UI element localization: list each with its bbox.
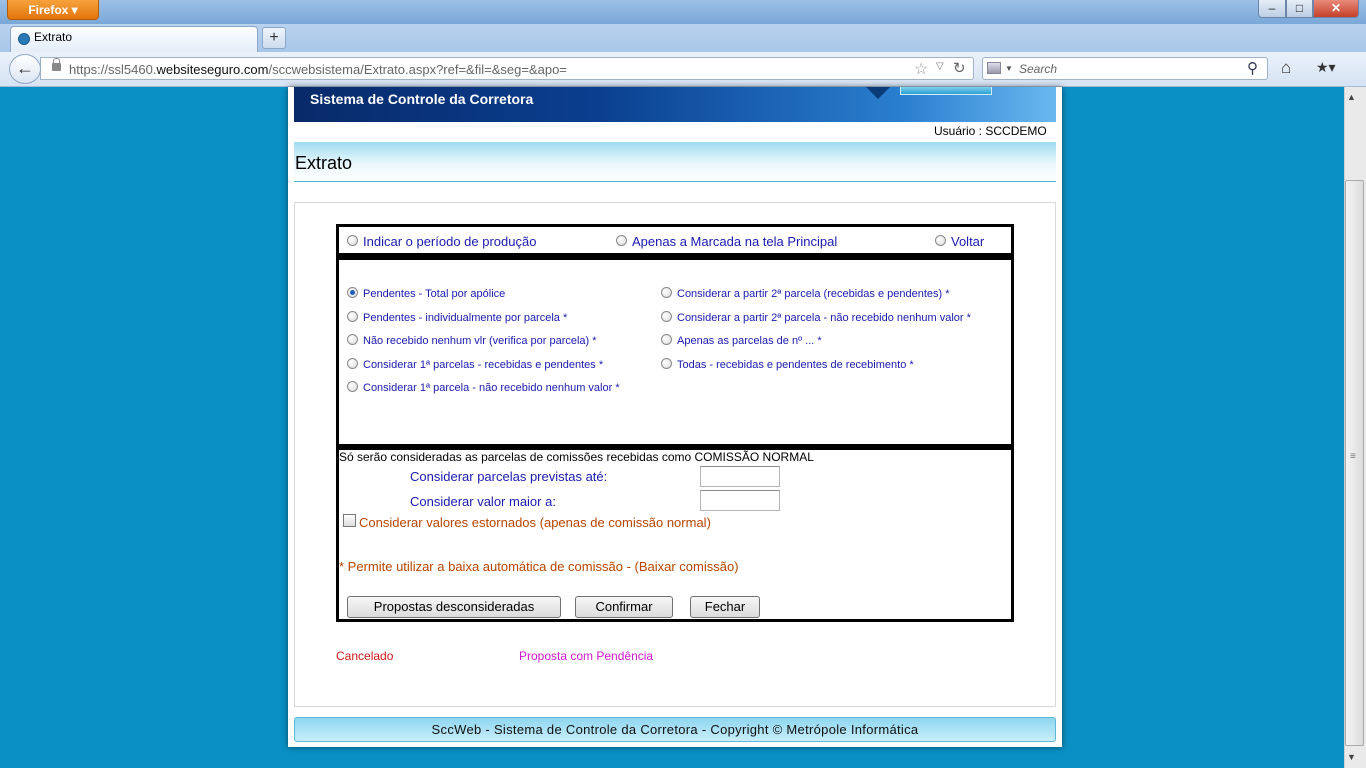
search-icon[interactable]: ⚲ <box>1247 59 1258 77</box>
legend-proposta-pendencia: Proposta com Pendência <box>519 649 654 663</box>
radio-periodo-producao[interactable] <box>347 235 358 246</box>
new-tab-icon[interactable]: + <box>262 27 286 49</box>
legend-cancelado: Cancelado <box>336 649 394 663</box>
home-icon[interactable]: ⌂ <box>1281 58 1291 78</box>
estornados-checkbox[interactable] <box>343 514 356 527</box>
site-favicon-icon <box>18 33 30 45</box>
url-prefix: https://ssl5460. <box>69 62 157 77</box>
estornados-label[interactable]: Considerar valores estornados (apenas de… <box>359 515 711 530</box>
parcelas-label: Considerar parcelas previstas até: <box>410 469 608 484</box>
lock-icon <box>52 58 61 71</box>
label-parcelas-numero[interactable]: Apenas as parcelas de nº ... * <box>677 335 822 347</box>
label-pendentes-total[interactable]: Pendentes - Total por apólice <box>363 288 505 300</box>
label-periodo-producao[interactable]: Indicar o período de produção <box>363 234 536 249</box>
url-text[interactable]: https://ssl5460.websiteseguro.com/sccweb… <box>69 62 567 77</box>
bookmark-star-icon[interactable]: ☆ <box>914 59 928 79</box>
label-primeira-nao-recebido[interactable]: Considerar 1ª parcela - não recebido nen… <box>363 382 620 394</box>
footer-copyright: SccWeb - Sistema de Controle da Corretor… <box>431 722 919 737</box>
label-voltar[interactable]: Voltar <box>951 234 984 249</box>
search-engine-icon[interactable] <box>987 62 1001 74</box>
reload-icon[interactable]: ↻ <box>953 59 966 77</box>
radio-segunda-parcela[interactable] <box>661 287 672 298</box>
label-todas[interactable]: Todas - recebidas e pendentes de recebim… <box>677 359 914 371</box>
label-pendentes-individual[interactable]: Pendentes - individualmente por parcela … <box>363 312 567 324</box>
url-domain: websiteseguro.com <box>156 62 269 77</box>
banner-title: Sistema de Controle da Corretora <box>310 91 534 107</box>
fechar-button[interactable]: Fechar <box>690 596 760 618</box>
comissao-notice: Só serão consideradas as parcelas de com… <box>339 450 814 464</box>
radio-parcelas-numero[interactable] <box>661 334 672 345</box>
banner-arrow-icon <box>866 87 890 99</box>
radio-voltar[interactable] <box>935 235 946 246</box>
confirmar-button[interactable]: Confirmar <box>575 596 673 618</box>
maximize-icon[interactable]: □ <box>1286 0 1313 18</box>
scroll-thumb[interactable] <box>1345 180 1364 746</box>
scroll-up-icon[interactable]: ▲ <box>1347 92 1356 102</box>
search-engine-dropdown-icon[interactable]: ▼ <box>1005 64 1013 73</box>
firefox-menu-label: Firefox <box>28 3 69 17</box>
radio-apenas-marcada[interactable] <box>616 235 627 246</box>
bookmarks-menu-icon[interactable]: ★▾ <box>1316 59 1340 77</box>
radio-primeira-nao-recebido[interactable] <box>347 381 358 392</box>
radio-pendentes-individual[interactable] <box>347 311 358 322</box>
banner-decoration <box>900 87 992 95</box>
label-segunda-parcela[interactable]: Considerar a partir 2ª parcela (recebida… <box>677 288 950 300</box>
tab-title: Extrato <box>34 30 73 44</box>
label-primeira-parcelas[interactable]: Considerar 1ª parcelas - recebidas e pen… <box>363 359 603 371</box>
label-apenas-marcada[interactable]: Apenas a Marcada na tela Principal <box>632 234 837 249</box>
page-title: Extrato <box>295 153 353 173</box>
propostas-desconsideradas-button[interactable]: Propostas desconsideradas <box>347 596 561 618</box>
baixa-automatica-note: * Permite utilizar a baixa automática de… <box>339 559 739 574</box>
radio-pendentes-total[interactable] <box>347 287 358 298</box>
valor-input[interactable] <box>700 490 780 511</box>
report-type-box <box>336 256 1014 447</box>
window-titlebar <box>0 0 1366 24</box>
firefox-menu-button[interactable]: Firefox ▾ <box>7 0 99 20</box>
scroll-down-icon[interactable]: ▼ <box>1347 752 1356 762</box>
close-window-icon[interactable]: ✕ <box>1313 0 1359 18</box>
user-label: Usuário : SCCDEMO <box>934 124 1047 138</box>
title-bar <box>294 142 1056 182</box>
radio-todas[interactable] <box>661 358 672 369</box>
scroll-grip-icon: ≡ <box>1350 451 1356 462</box>
radio-segunda-nao-recebido[interactable] <box>661 311 672 322</box>
url-path: /sccwebsistema/Extrato.aspx?ref=&fil=&se… <box>268 62 567 77</box>
history-dropdown-icon[interactable]: ▽ <box>936 61 944 72</box>
radio-primeira-parcelas[interactable] <box>347 358 358 369</box>
minimize-icon[interactable]: – <box>1258 0 1286 18</box>
parcelas-input[interactable] <box>700 466 780 487</box>
label-segunda-nao-recebido[interactable]: Considerar a partir 2ª parcela - não rec… <box>677 312 971 324</box>
valor-label: Considerar valor maior a: <box>410 494 556 509</box>
label-nao-recebido[interactable]: Não recebido nenhum vlr (verifica por pa… <box>363 335 597 347</box>
radio-nao-recebido[interactable] <box>347 334 358 345</box>
search-placeholder[interactable]: Search <box>1019 62 1057 76</box>
back-arrow-icon[interactable]: ← <box>9 54 41 84</box>
